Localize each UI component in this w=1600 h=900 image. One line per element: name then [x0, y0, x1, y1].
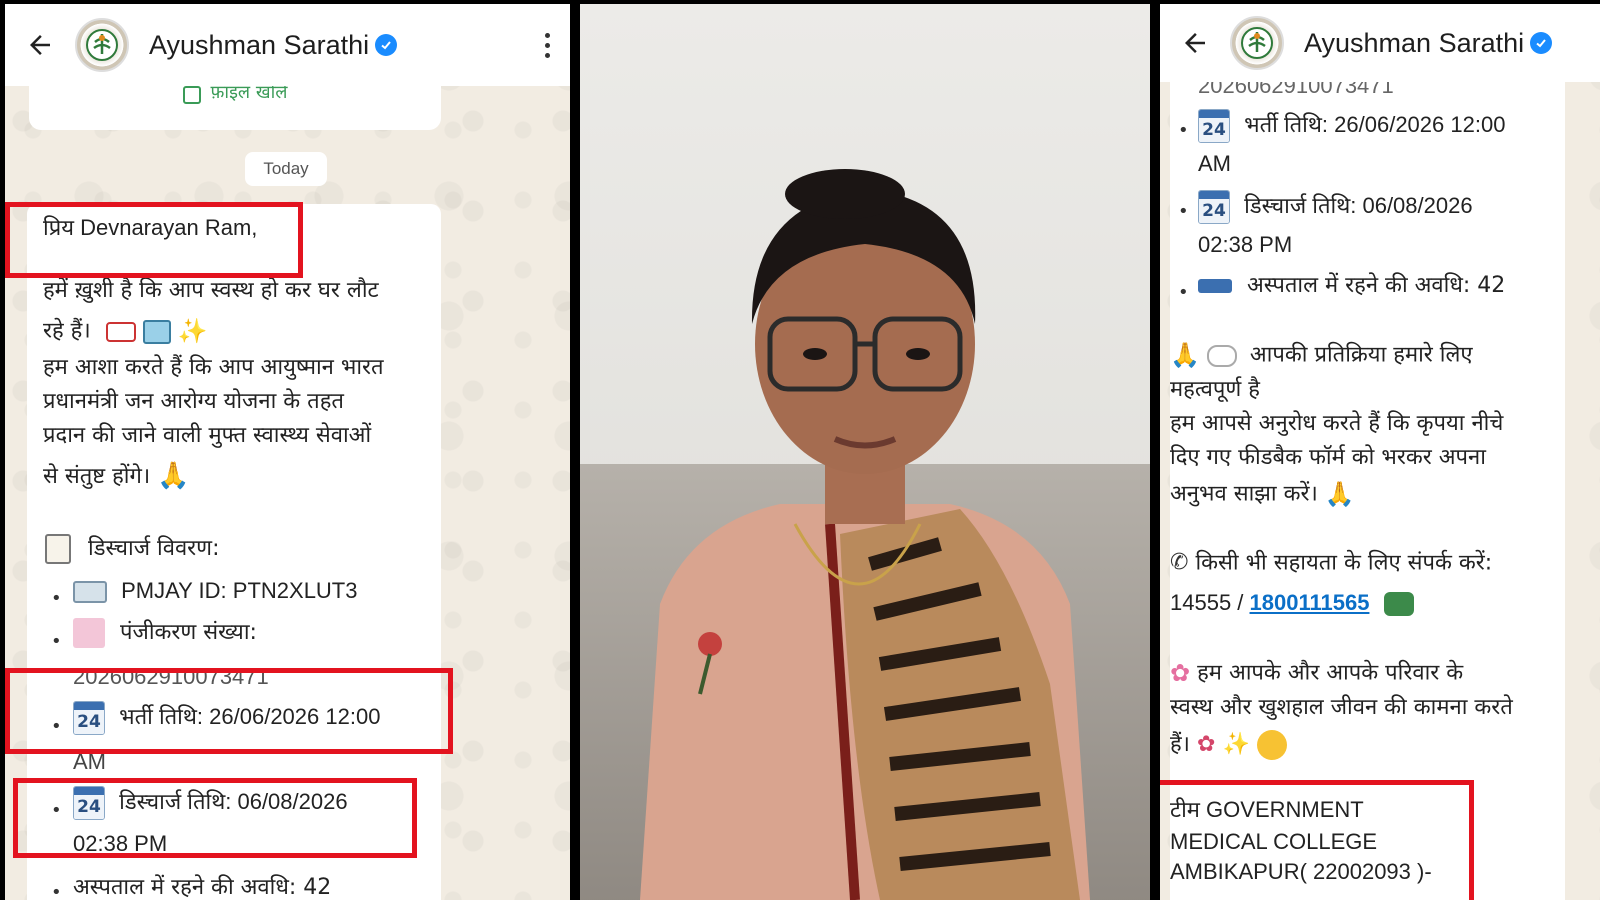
- phone-link[interactable]: 1800111565: [1250, 590, 1370, 615]
- admission-date-cont: AM: [1198, 151, 1231, 176]
- blossom-icon: ✿: [1170, 659, 1191, 687]
- telephone-icon: [1383, 592, 1414, 617]
- message-line: प्रदान की जाने वाली मुफ्त स्वास्थ्य सेवा…: [43, 423, 372, 448]
- folded-hands-icon: 🙏: [1170, 341, 1200, 369]
- smiling-face-icon: [1256, 730, 1287, 760]
- bullet: •: [51, 882, 62, 900]
- sparkles-icon: ✨: [177, 317, 208, 345]
- feedback-line: अनुभव साझा करें। 🙏: [1170, 479, 1355, 510]
- calendar-icon: 24: [1198, 190, 1230, 224]
- chat-header: Ayushman Sarathi: [1160, 4, 1600, 82]
- id-card-icon: [73, 581, 107, 604]
- chat-header: Ayushman Sarathi: [5, 4, 570, 86]
- sender-avatar[interactable]: [1230, 16, 1284, 70]
- right-chat-screenshot: Ayushman Sarathi 2026062910073471 • 24 भ…: [1160, 4, 1600, 900]
- verified-badge-icon: [1530, 32, 1553, 54]
- emblem-icon: [86, 29, 118, 61]
- ambulance-icon: [105, 321, 136, 342]
- clipboard-icon: [45, 534, 71, 564]
- discharge-date-cont: 02:38 PM: [1198, 232, 1293, 257]
- wish-line: हैं। ✿ ✨: [1170, 730, 1287, 760]
- memo-icon: [73, 618, 105, 648]
- admission-date: 24 भर्ती तिथि: 26/06/2026 12:00: [1198, 109, 1505, 143]
- sparkles-icon: ✨: [1222, 731, 1250, 757]
- hospital-icon: [142, 319, 171, 344]
- bullet: •: [1178, 282, 1189, 303]
- sender-name: Ayushman Sarathi: [149, 29, 370, 60]
- wish-line: स्वस्थ और खुशहाल जीवन की कामना करते: [1170, 695, 1513, 720]
- feedback-line: हम आपसे अनुरोध करते हैं कि कृपया नीचे: [1170, 411, 1504, 436]
- rose-icon: ✿: [1197, 731, 1216, 757]
- folded-hands-icon: 🙏: [157, 461, 190, 491]
- message-line: हमें ख़ुशी है कि आप स्वस्थ हो कर घर लौट: [43, 278, 379, 303]
- bullet: •: [1178, 201, 1189, 222]
- contact-line: ✆ किसी भी सहायता के लिए संपर्क करें:: [1170, 549, 1492, 578]
- back-arrow-icon: [1185, 33, 1205, 53]
- feedback-line: दिए गए फीडबैक फॉर्म को भरकर अपना: [1170, 445, 1486, 470]
- left-chat-screenshot: Ayushman Sarathi फ़ाइल खोलें Today प्रिय…: [5, 4, 570, 900]
- more-options-icon[interactable]: [545, 32, 550, 58]
- chat-title[interactable]: Ayushman Sarathi: [1304, 27, 1553, 59]
- stay-duration: अस्पताल में रहने की अवधि: 42: [73, 875, 332, 900]
- verified-badge-icon: [375, 34, 398, 56]
- emblem-icon: [1241, 27, 1273, 59]
- message-line: हम आशा करते हैं कि आप आयुष्मान भारत: [43, 355, 384, 380]
- bullet: •: [51, 588, 62, 609]
- stay-duration: अस्पताल में रहने की अवधि: 42: [1198, 272, 1505, 301]
- highlight-box-admission: [5, 668, 453, 754]
- pmjay-id-row: PMJAY ID: PTN2XLUT3: [73, 577, 358, 606]
- feedback-line: 🙏 आपकी प्रतिक्रिया हमारे लिए: [1170, 340, 1473, 371]
- wish-line: ✿ हम आपके और आपके परिवार के: [1170, 658, 1463, 689]
- phone-numbers: 14555 / 1800111565: [1170, 589, 1414, 618]
- message-line: से संतुष्ट होंगे। 🙏: [43, 460, 190, 494]
- feedback-line: महत्वपूर्ण है: [1170, 377, 1260, 402]
- date-chip: Today: [245, 152, 327, 186]
- sender-avatar[interactable]: [75, 18, 129, 72]
- file-icon: [182, 86, 201, 104]
- back-arrow-icon: [30, 35, 50, 55]
- discharge-date: 24 डिस्चार्ज तिथि: 06/08/2026: [1198, 190, 1473, 224]
- calendar-icon: 24: [1198, 109, 1230, 143]
- bullet: •: [51, 631, 62, 652]
- highlight-box-discharge: [13, 778, 417, 858]
- registration-row: पंजीकरण संख्या:: [73, 618, 257, 648]
- sender-name: Ayushman Sarathi: [1304, 27, 1525, 58]
- bed-icon: [1198, 279, 1232, 293]
- message-line: प्रधानमंत्री जन आरोग्य योजना के तहत: [43, 389, 344, 414]
- highlight-box-greeting: [5, 202, 303, 278]
- back-button[interactable]: [5, 4, 75, 86]
- message-line: रहे हैं। ✨: [43, 316, 208, 347]
- folded-hands-icon: 🙏: [1324, 480, 1355, 508]
- highlight-box-team: [1160, 780, 1474, 900]
- discharge-heading: डिस्चार्ज विवरण:: [45, 534, 220, 564]
- video-frame: [580, 4, 1150, 900]
- bullet: •: [1178, 120, 1189, 141]
- speech-bubble-icon: [1206, 344, 1237, 367]
- person-photo: [640, 169, 1090, 900]
- chat-title[interactable]: Ayushman Sarathi: [149, 29, 398, 61]
- phone-icon: ✆: [1170, 550, 1189, 575]
- back-button[interactable]: [1160, 4, 1230, 82]
